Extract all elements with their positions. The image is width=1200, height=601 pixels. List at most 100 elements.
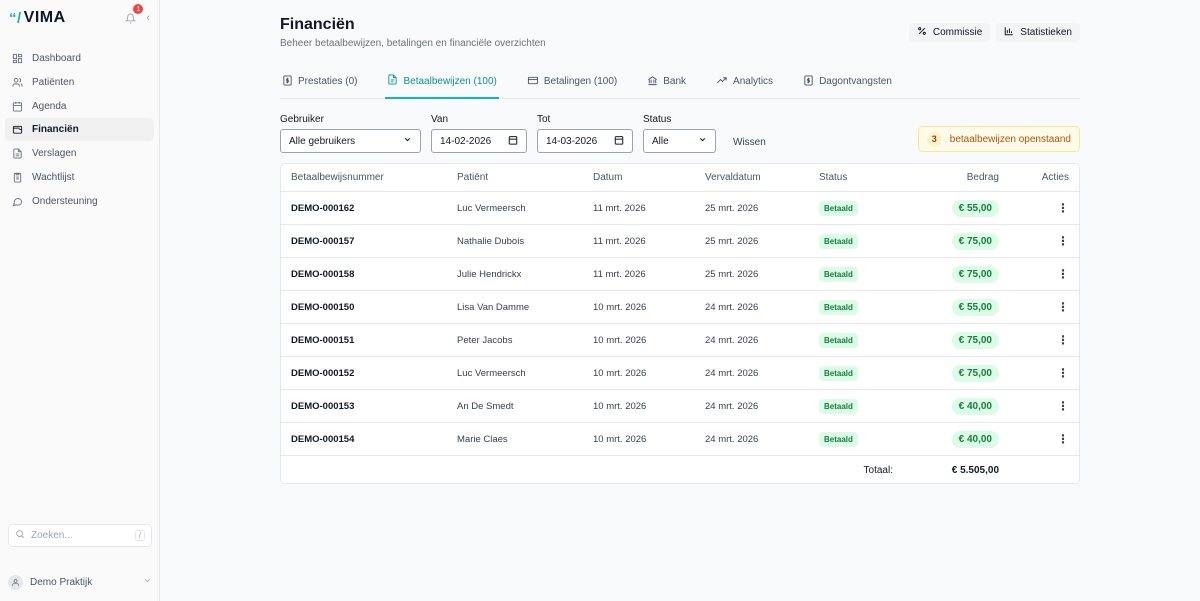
notification-badge: 1 — [133, 4, 144, 14]
due-date: 25 mrt. 2026 — [705, 202, 759, 214]
row-actions[interactable]: ⋮ — [1057, 423, 1069, 455]
bank-icon — [647, 75, 658, 89]
receipt-number: DEMO-000151 — [291, 334, 355, 346]
sidebar-item-waitlist[interactable]: Wachtlijst — [5, 166, 154, 189]
commission-label: Commissie — [932, 27, 983, 38]
more-vertical-icon[interactable]: ⋮ — [1057, 400, 1069, 412]
status-badge: Betaald — [819, 332, 858, 348]
receipt-number: DEMO-000152 — [291, 367, 355, 379]
file-icon — [387, 74, 398, 88]
table-row[interactable]: DEMO-000150 Lisa Van Damme 10 mrt. 2026 … — [281, 291, 1079, 324]
sidebar-item-reports[interactable]: Verslagen — [5, 142, 154, 165]
receipt-date: 10 mrt. 2026 — [593, 433, 647, 445]
status-select[interactable]: Alle — [643, 129, 716, 153]
search-input[interactable]: Zoeken... — [31, 530, 73, 541]
tab-betaalbewijzen[interactable]: Betaalbewijzen (100) — [385, 65, 499, 99]
to-filter: Tot 14-03-2026 — [537, 114, 633, 153]
main-content: Financiën Beheer betaalbewijzen, betalin… — [160, 0, 1200, 601]
sidebar-item-support[interactable]: Ondersteuning — [5, 190, 154, 213]
table-row[interactable]: DEMO-000162 Luc Vermeersch 11 mrt. 2026 … — [281, 192, 1079, 225]
more-vertical-icon[interactable]: ⋮ — [1057, 433, 1069, 445]
table-row[interactable]: DEMO-000154 Marie Claes 10 mrt. 2026 24 … — [281, 423, 1079, 456]
user-name: Demo Praktijk — [30, 576, 93, 588]
more-vertical-icon[interactable]: ⋮ — [1057, 301, 1069, 313]
more-vertical-icon[interactable]: ⋮ — [1057, 202, 1069, 214]
sidebar-item-agenda[interactable]: Agenda — [5, 95, 154, 118]
tab-analytics[interactable]: Analytics — [714, 65, 775, 98]
column-header[interactable]: Patiënt — [457, 164, 488, 191]
wallet-icon — [12, 124, 23, 135]
table-row[interactable]: DEMO-000153 An De Smedt 10 mrt. 2026 24 … — [281, 390, 1079, 423]
row-actions[interactable]: ⋮ — [1057, 192, 1069, 224]
calendar-icon[interactable] — [508, 135, 518, 148]
row-actions[interactable]: ⋮ — [1057, 258, 1069, 290]
more-vertical-icon[interactable]: ⋮ — [1057, 235, 1069, 247]
table-row[interactable]: DEMO-000151 Peter Jacobs 10 mrt. 2026 24… — [281, 324, 1079, 357]
calendar-icon[interactable] — [614, 135, 624, 148]
receipt-number: DEMO-000162 — [291, 202, 355, 214]
sidebar-item-label: Agenda — [32, 100, 67, 112]
column-header[interactable]: Bedrag — [967, 164, 999, 191]
sidebar-search[interactable]: Zoeken... / — [8, 524, 152, 547]
row-actions[interactable]: ⋮ — [1057, 390, 1069, 422]
column-header[interactable]: Betaalbewijsnummer — [291, 164, 384, 191]
from-date-value: 14-02-2026 — [440, 135, 492, 147]
to-date-input[interactable]: 14-03-2026 — [537, 129, 633, 153]
from-date-input[interactable]: 14-02-2026 — [431, 129, 527, 153]
user-select[interactable]: Alle gebruikers — [280, 129, 421, 153]
tab-bank[interactable]: Bank — [645, 65, 688, 98]
amount-badge: € 40,00 — [951, 430, 999, 448]
tab-label: Betaalbewijzen (100) — [403, 75, 497, 87]
column-header[interactable]: Status — [819, 164, 847, 191]
statistics-button[interactable]: Statistieken — [996, 23, 1080, 42]
row-actions[interactable]: ⋮ — [1057, 225, 1069, 257]
tab-betalingen[interactable]: Betalingen (100) — [525, 65, 619, 98]
more-vertical-icon[interactable]: ⋮ — [1057, 334, 1069, 346]
commission-button[interactable]: Commissie — [908, 23, 991, 42]
tab-label: Prestaties (0) — [298, 76, 358, 87]
trend-icon — [716, 75, 728, 89]
collapse-sidebar-icon[interactable]: ‹ — [146, 12, 150, 24]
tab-label: Betalingen (100) — [543, 76, 618, 87]
sidebar-header: “/ VIMA 1 ‹ — [0, 0, 159, 36]
table-row[interactable]: DEMO-000157 Nathalie Dubois 11 mrt. 2026… — [281, 225, 1079, 258]
tab-label: Bank — [663, 76, 687, 87]
sidebar-item-finances[interactable]: Financiën — [5, 118, 154, 142]
user-menu[interactable]: Demo Praktijk — [8, 572, 152, 592]
amount-badge: € 55,00 — [951, 199, 999, 217]
table-footer: Totaal: € 5.505,00 — [281, 456, 1079, 483]
status-cell: Betaald — [819, 192, 858, 224]
amount-badge: € 75,00 — [951, 331, 999, 349]
status-filter-label: Status — [643, 114, 672, 125]
pending-receipts-notice[interactable]: 3 betaalbewijzen openstaand — [917, 126, 1080, 152]
row-actions[interactable]: ⋮ — [1057, 324, 1069, 356]
user-filter: Gebruiker Alle gebruikers — [280, 114, 421, 153]
logo[interactable]: “/ VIMA — [9, 9, 66, 27]
row-actions[interactable]: ⋮ — [1057, 357, 1069, 389]
sidebar-item-label: Verslagen — [32, 148, 77, 160]
status-cell: Betaald — [819, 423, 858, 455]
tab-dagontvangsten[interactable]: Dagontvangsten — [801, 65, 894, 98]
filter-bar: Gebruiker Alle gebruikers Van 14-02-2026… — [280, 114, 1080, 154]
clear-filters-button[interactable]: Wissen — [733, 137, 766, 148]
bell-icon[interactable]: 1 — [123, 4, 144, 25]
dollar-doc-icon — [282, 74, 293, 89]
amount-cell: € 75,00 — [951, 324, 999, 356]
status-badge: Betaald — [819, 233, 858, 249]
receipt-date: 11 mrt. 2026 — [593, 268, 646, 280]
row-actions[interactable]: ⋮ — [1057, 291, 1069, 323]
more-vertical-icon[interactable]: ⋮ — [1057, 367, 1069, 379]
sidebar-item-patients[interactable]: Patiënten — [5, 71, 154, 94]
column-header[interactable]: Datum — [593, 164, 622, 191]
more-vertical-icon[interactable]: ⋮ — [1057, 268, 1069, 280]
column-header[interactable]: Vervaldatum — [705, 164, 761, 191]
table-header: Betaalbewijsnummer Patiënt Datum Vervald… — [281, 164, 1079, 192]
amount-cell: € 55,00 — [951, 192, 999, 224]
table-row[interactable]: DEMO-000158 Julie Hendrickx 11 mrt. 2026… — [281, 258, 1079, 291]
due-date: 24 mrt. 2026 — [705, 334, 759, 346]
due-date: 24 mrt. 2026 — [705, 433, 759, 445]
table-row[interactable]: DEMO-000152 Luc Vermeersch 10 mrt. 2026 … — [281, 357, 1079, 390]
tab-prestaties[interactable]: Prestaties (0) — [280, 65, 359, 98]
sidebar-item-dashboard[interactable]: Dashboard — [5, 47, 154, 70]
grid-icon — [12, 53, 23, 64]
